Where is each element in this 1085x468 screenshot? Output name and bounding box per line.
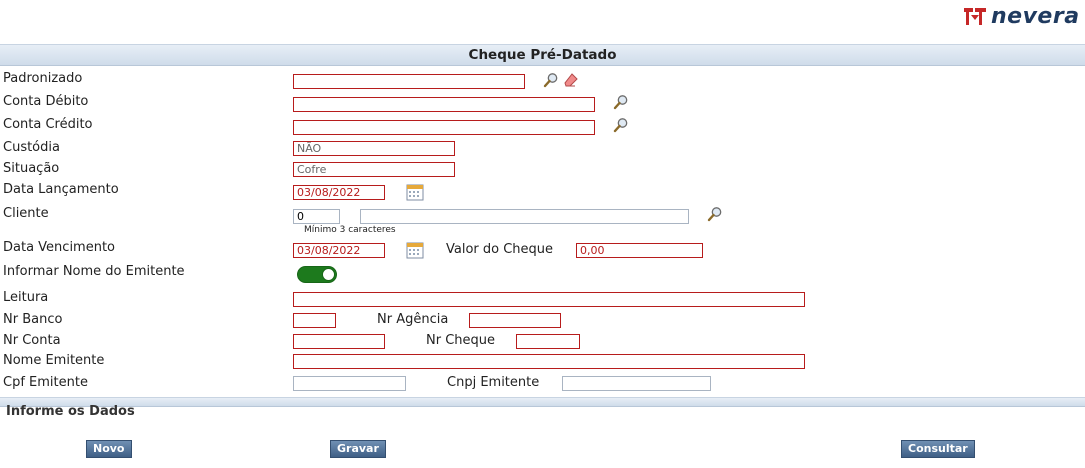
brand-logo: nevera <box>962 3 1080 29</box>
nome-emitente-label: Nome Emitente <box>3 353 105 368</box>
cliente-hint: Mínimo 3 caracteres <box>304 225 396 235</box>
padronizado-label: Padronizado <box>3 71 83 86</box>
section-divider <box>0 397 1085 407</box>
nr-conta-input[interactable] <box>293 334 385 349</box>
valor-cheque-label: Valor do Cheque <box>446 242 554 257</box>
cliente-code-input[interactable] <box>293 209 340 224</box>
novo-button[interactable]: Novo <box>86 440 132 458</box>
informar-nome-label: Informar Nome do Emitente <box>3 264 185 279</box>
eraser-icon[interactable] <box>563 72 579 88</box>
informar-nome-toggle[interactable] <box>297 266 337 283</box>
nr-cheque-input[interactable] <box>516 334 580 349</box>
search-icon[interactable] <box>613 117 629 133</box>
page-title: Cheque Pré-Datado <box>468 47 617 63</box>
nr-banco-input[interactable] <box>293 313 336 328</box>
search-icon[interactable] <box>543 72 559 88</box>
conta-credito-input[interactable] <box>293 120 595 135</box>
nr-banco-label: Nr Banco <box>3 312 63 327</box>
custodia-label: Custódia <box>3 140 60 155</box>
nr-cheque-label: Nr Cheque <box>426 333 496 348</box>
data-vencimento-label: Data Vencimento <box>3 240 116 255</box>
padronizado-input[interactable] <box>293 74 525 89</box>
nevera-logo-icon <box>964 8 986 25</box>
cnpj-emitente-input[interactable] <box>562 376 711 391</box>
search-icon[interactable] <box>707 206 723 222</box>
leitura-label: Leitura <box>3 290 49 305</box>
cpf-emitente-input[interactable] <box>293 376 406 391</box>
cnpj-emitente-label: Cnpj Emitente <box>447 375 540 390</box>
calendar-icon[interactable] <box>406 183 424 201</box>
conta-debito-label: Conta Débito <box>3 94 89 109</box>
gravar-button[interactable]: Gravar <box>330 440 386 458</box>
leitura-input[interactable] <box>293 292 805 307</box>
search-icon[interactable] <box>613 94 629 110</box>
brand-name: nevera <box>991 3 1080 29</box>
cliente-name-input[interactable] <box>360 209 689 224</box>
data-lancamento-label: Data Lançamento <box>3 182 119 197</box>
situacao-input[interactable] <box>293 162 455 177</box>
valor-cheque-input[interactable] <box>576 243 703 258</box>
calendar-icon[interactable] <box>406 241 424 259</box>
cliente-label: Cliente <box>3 206 49 221</box>
section-title: Informe os Dados <box>6 404 135 419</box>
consultar-button[interactable]: Consultar <box>901 440 975 458</box>
cpf-emitente-label: Cpf Emitente <box>3 375 88 390</box>
nr-agencia-label: Nr Agência <box>377 312 449 327</box>
custodia-input[interactable] <box>293 141 455 156</box>
nr-agencia-input[interactable] <box>469 313 561 328</box>
data-lancamento-input[interactable] <box>293 185 385 200</box>
conta-credito-label: Conta Crédito <box>3 117 93 132</box>
data-vencimento-input[interactable] <box>293 243 385 258</box>
situacao-label: Situação <box>3 161 60 176</box>
conta-debito-input[interactable] <box>293 97 595 112</box>
nr-conta-label: Nr Conta <box>3 333 61 348</box>
nome-emitente-input[interactable] <box>293 354 805 369</box>
toggle-knob <box>322 268 335 281</box>
